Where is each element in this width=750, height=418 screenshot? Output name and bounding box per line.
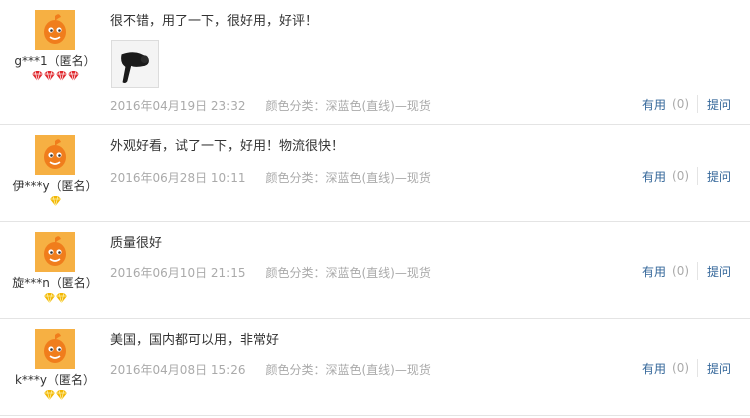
review-photo-thumbnail[interactable] [111, 40, 159, 88]
useful-button[interactable]: 有用 [642, 168, 666, 185]
review-date: 2016年06月10日 21:15 [110, 266, 246, 280]
review-item: k***y（匿名） 美国，国内都可以用，非常好 2016年04月08日 15:2… [0, 319, 750, 416]
useful-button[interactable]: 有用 [642, 96, 666, 113]
review-date: 2016年04月19日 23:32 [110, 99, 246, 113]
review-item: 伊***y（匿名） 外观好看，试了一下，好用！物流很快！ 2016年06月28日… [0, 125, 750, 222]
avatar[interactable] [35, 10, 75, 50]
yellow-diamond-icon [55, 293, 67, 303]
review-date: 2016年04月08日 15:26 [110, 363, 246, 377]
action-divider [697, 262, 699, 280]
action-divider [697, 167, 699, 185]
reviewer-name: 旋***n（匿名） [12, 276, 98, 290]
review-date: 2016年06月28日 10:11 [110, 171, 246, 185]
buyer-level [10, 293, 100, 303]
action-divider [697, 95, 699, 113]
yellow-diamond-icon [49, 196, 61, 206]
review-text: 很不错，用了一下，很好用，好评！ [110, 14, 319, 29]
review-actions: 有用 (0) 提问 [642, 95, 731, 113]
sku-info: 颜色分类：深蓝色(直线)—现货 [265, 363, 431, 377]
reviewer-info: 旋***n（匿名） [10, 232, 100, 303]
reviewer-info: k***y（匿名） [10, 329, 100, 400]
review-item: g***1（匿名） 很不错，用了一下，很好用，好评！ 2016年04月19日 2… [0, 0, 750, 125]
useful-button[interactable]: 有用 [642, 263, 666, 280]
review-meta: 2016年04月08日 15:26 颜色分类：深蓝色(直线)—现货 [110, 361, 431, 378]
sku-info: 颜色分类：深蓝色(直线)—现货 [265, 99, 431, 113]
buyer-level [10, 196, 100, 206]
reviewer-name: k***y（匿名） [14, 373, 96, 387]
red-diamond-icon [43, 71, 55, 81]
buyer-level [10, 390, 100, 400]
review-actions: 有用 (0) 提问 [642, 359, 731, 377]
review-meta: 2016年04月19日 23:32 颜色分类：深蓝色(直线)—现货 [110, 97, 431, 114]
useful-button[interactable]: 有用 [642, 360, 666, 377]
reviewer-info: g***1（匿名） [10, 10, 100, 81]
review-text: 美国，国内都可以用，非常好 [110, 333, 280, 348]
action-divider [697, 359, 699, 377]
yellow-diamond-icon [43, 293, 55, 303]
sku-info: 颜色分类：深蓝色(直线)—现货 [265, 171, 431, 185]
red-diamond-icon [55, 71, 67, 81]
useful-count: (0) [672, 361, 690, 375]
ask-question-button[interactable]: 提问 [707, 168, 731, 185]
reviewer-info: 伊***y（匿名） [10, 135, 100, 206]
ask-question-button[interactable]: 提问 [707, 263, 731, 280]
review-meta: 2016年06月10日 21:15 颜色分类：深蓝色(直线)—现货 [110, 264, 431, 281]
review-actions: 有用 (0) 提问 [642, 167, 731, 185]
avatar[interactable] [35, 329, 75, 369]
red-diamond-icon [31, 71, 43, 81]
yellow-diamond-icon [43, 390, 55, 400]
review-meta: 2016年06月28日 10:11 颜色分类：深蓝色(直线)—现货 [110, 169, 431, 186]
review-item: 旋***n（匿名） 质量很好 2016年06月10日 21:15 颜色分类：深蓝色… [0, 222, 750, 319]
avatar[interactable] [35, 135, 75, 175]
ask-question-button[interactable]: 提问 [707, 360, 731, 377]
review-text: 外观好看，试了一下，好用！物流很快！ [110, 139, 345, 154]
red-diamond-icon [67, 71, 79, 81]
useful-count: (0) [672, 169, 690, 183]
reviewer-name: g***1（匿名） [14, 54, 96, 68]
useful-count: (0) [672, 264, 690, 278]
review-text: 质量很好 [110, 236, 163, 251]
avatar[interactable] [35, 232, 75, 272]
reviewer-name: 伊***y（匿名） [12, 179, 98, 193]
yellow-diamond-icon [55, 390, 67, 400]
buyer-level [10, 71, 100, 81]
useful-count: (0) [672, 97, 690, 111]
ask-question-button[interactable]: 提问 [707, 96, 731, 113]
sku-info: 颜色分类：深蓝色(直线)—现货 [265, 266, 431, 280]
review-actions: 有用 (0) 提问 [642, 262, 731, 280]
